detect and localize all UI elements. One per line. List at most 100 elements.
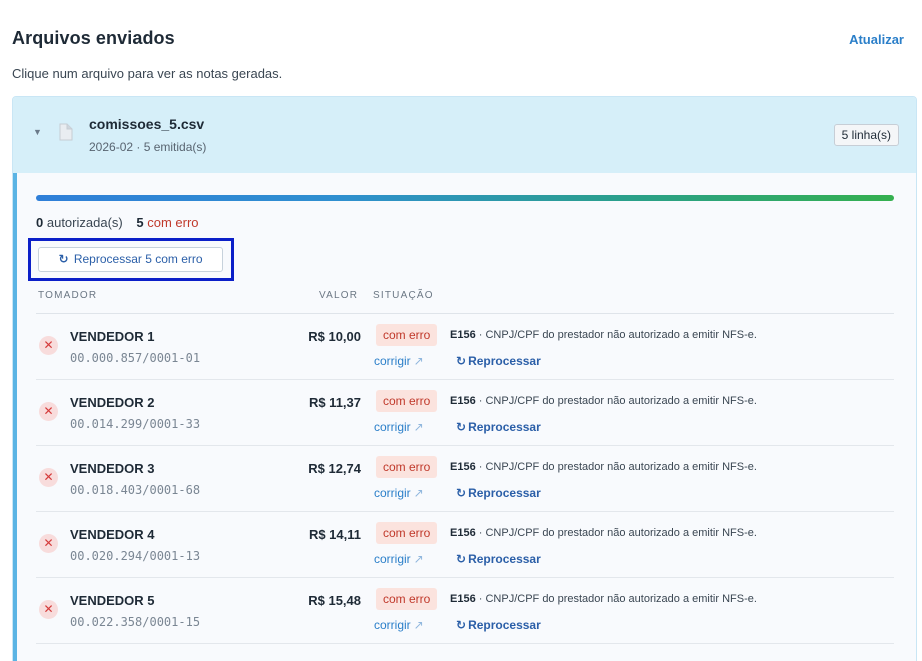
chevron-down-icon[interactable]: ▼	[33, 127, 42, 137]
reprocess-label: Reprocessar	[468, 486, 541, 500]
file-card: ▼ comissoes_5.csv 2026-02 · 5 emitida(s)…	[12, 96, 917, 661]
file-meta: 2026-02 · 5 emitida(s)	[89, 140, 207, 154]
error-code: E156	[450, 461, 476, 473]
reprocess-row-link[interactable]: ↻ Reprocessar	[456, 354, 541, 368]
fix-link[interactable]: corrigir ↗	[374, 354, 424, 368]
x-circle-icon: ✕	[39, 534, 58, 553]
fix-link[interactable]: corrigir ↗	[374, 420, 424, 434]
progress-bar	[36, 195, 894, 201]
row-doc: 00.018.403/0001-68	[70, 483, 201, 497]
row-error-message: E156 · CNPJ/CPF do prestador não autoriz…	[450, 461, 757, 473]
row-value: R$ 10,00	[308, 329, 361, 344]
reprocess-row-link[interactable]: ↻ Reprocessar	[456, 486, 541, 500]
fix-label: corrigir	[374, 618, 411, 632]
reprocess-label: Reprocessar	[468, 552, 541, 566]
file-card-header[interactable]: ▼ comissoes_5.csv 2026-02 · 5 emitida(s)…	[13, 97, 916, 173]
arrow-up-right-icon: ↗	[413, 552, 424, 566]
table-row: ✕ VENDEDOR 5 00.022.358/0001-15 R$ 15,48 com…	[36, 578, 894, 644]
error-text: · CNPJ/CPF do prestador não autorizado a…	[475, 461, 757, 473]
refresh-link[interactable]: Atualizar	[849, 32, 904, 47]
fix-label: corrigir	[374, 552, 411, 566]
error-count: 5	[136, 215, 144, 230]
file-icon	[59, 123, 73, 141]
row-value: R$ 14,11	[308, 527, 361, 542]
x-circle-icon: ✕	[39, 402, 58, 421]
row-error-message: E156 · CNPJ/CPF do prestador não autoriz…	[450, 593, 757, 605]
file-name: comissoes_5.csv	[89, 116, 205, 132]
error-code: E156	[450, 593, 476, 605]
row-error-message: E156 · CNPJ/CPF do prestador não autoriz…	[450, 395, 757, 407]
reprocess-row-link[interactable]: ↻ Reprocessar	[456, 618, 541, 632]
error-code: E156	[450, 329, 476, 341]
error-text: · CNPJ/CPF do prestador não autorizado a…	[475, 395, 757, 407]
arrow-up-right-icon: ↗	[413, 618, 424, 632]
authorized-count: 0	[36, 215, 44, 230]
x-circle-icon: ✕	[39, 468, 58, 487]
row-error-message: E156 · CNPJ/CPF do prestador não autoriz…	[450, 329, 757, 341]
x-circle-icon: ✕	[39, 600, 58, 619]
refresh-icon: ↻	[456, 354, 467, 368]
arrow-up-right-icon: ↗	[413, 354, 424, 368]
refresh-icon: ↻	[456, 552, 467, 566]
row-name: VENDEDOR 3	[70, 461, 155, 476]
status-badge: com erro	[376, 390, 438, 412]
col-header-situacao: SITUAÇÃO	[373, 290, 434, 301]
fix-link[interactable]: corrigir ↗	[374, 552, 424, 566]
card-accent-bar	[13, 173, 17, 661]
reprocess-label: Reprocessar	[468, 420, 541, 434]
error-code: E156	[450, 527, 476, 539]
reprocess-all-label: Reprocessar 5 com erro	[73, 252, 203, 266]
row-value: R$ 15,48	[308, 593, 361, 608]
reprocess-row-link[interactable]: ↻ Reprocessar	[456, 420, 541, 434]
status-badge: com erro	[376, 456, 438, 478]
error-summary: 5 com erro	[136, 215, 198, 230]
row-value: R$ 11,37	[308, 395, 361, 410]
row-doc: 00.022.358/0001-15	[70, 615, 201, 629]
table-row: ✕ VENDEDOR 1 00.000.857/0001-01 R$ 10,00 com…	[36, 314, 894, 380]
authorized-label: autorizada(s)	[46, 215, 123, 230]
reprocess-all-button[interactable]: ↻ Reprocessar 5 com erro	[38, 247, 223, 272]
row-value: R$ 12,74	[308, 461, 361, 476]
refresh-icon: ↻	[456, 486, 467, 500]
table-row: ✕ VENDEDOR 3 00.018.403/0001-68 R$ 12,74 com…	[36, 446, 894, 512]
reprocess-label: Reprocessar	[468, 618, 541, 632]
x-circle-icon: ✕	[39, 336, 58, 355]
row-error-message: E156 · CNPJ/CPF do prestador não autoriz…	[450, 527, 757, 539]
row-doc: 00.014.299/0001-33	[70, 417, 201, 431]
status-badge: com erro	[376, 324, 438, 346]
status-badge: com erro	[376, 588, 438, 610]
refresh-icon: ↻	[456, 618, 467, 632]
table-row: ✕ VENDEDOR 4 00.020.294/0001-13 R$ 14,11 com…	[36, 512, 894, 578]
lines-badge: 5 linha(s)	[833, 124, 899, 146]
reprocess-label: Reprocessar	[468, 354, 541, 368]
col-header-valor: VALOR	[319, 290, 359, 301]
error-text: · CNPJ/CPF do prestador não autorizado a…	[475, 593, 757, 605]
status-badge: com erro	[376, 522, 438, 544]
arrow-up-right-icon: ↗	[413, 420, 424, 434]
fix-label: corrigir	[374, 486, 411, 500]
page-header: Arquivos enviados Atualizar	[12, 28, 904, 52]
fix-label: corrigir	[374, 354, 411, 368]
status-counts: 0 autorizada(s) 5 com erro	[36, 215, 199, 230]
table-row: ✕ VENDEDOR 2 00.014.299/0001-33 R$ 11,37 com…	[36, 380, 894, 446]
row-name: VENDEDOR 1	[70, 329, 155, 344]
page-title: Arquivos enviados	[12, 28, 175, 48]
refresh-icon: ↻	[58, 252, 69, 266]
fix-link[interactable]: corrigir ↗	[374, 618, 424, 632]
refresh-icon: ↻	[456, 420, 467, 434]
col-header-tomador: TOMADOR	[38, 290, 98, 301]
page-subtitle: Clique num arquivo para ver as notas ger…	[12, 66, 283, 81]
row-doc: 00.020.294/0001-13	[70, 549, 201, 563]
row-name: VENDEDOR 5	[70, 593, 155, 608]
row-name: VENDEDOR 4	[70, 527, 155, 542]
arrow-up-right-icon: ↗	[413, 486, 424, 500]
fix-link[interactable]: corrigir ↗	[374, 486, 424, 500]
row-doc: 00.000.857/0001-01	[70, 351, 201, 365]
fix-label: corrigir	[374, 420, 411, 434]
error-text: · CNPJ/CPF do prestador não autorizado a…	[475, 527, 757, 539]
error-text: · CNPJ/CPF do prestador não autorizado a…	[475, 329, 757, 341]
error-label: com erro	[147, 215, 199, 230]
reprocess-row-link[interactable]: ↻ Reprocessar	[456, 552, 541, 566]
error-code: E156	[450, 395, 476, 407]
row-name: VENDEDOR 2	[70, 395, 155, 410]
